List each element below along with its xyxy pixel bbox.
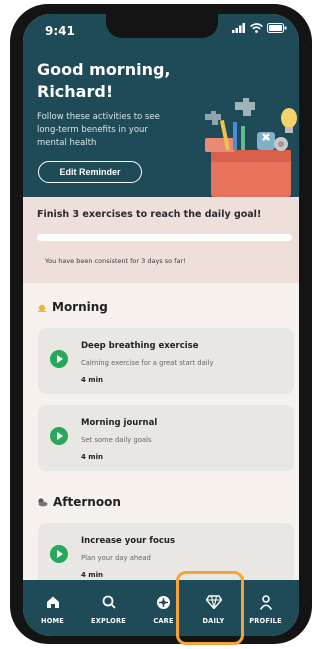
goal-note: You have been consistent for 3 days so f… [45,257,186,265]
tab-label: EXPLORE [91,617,126,625]
cloud-sun-icon [38,498,48,507]
activity-duration: 4 min [81,453,103,461]
wifi-icon [250,23,263,33]
activity-description: Plan your day ahead [81,554,151,562]
bottom-tab-bar: HOME EXPLORE CARE DAILY PROFILE [23,580,299,636]
activity-description: Set some daily goals [81,436,152,444]
activity-duration: 4 min [81,376,103,384]
activity-card[interactable]: Deep breathing exercise Calming exercise… [38,328,294,394]
battery-icon [267,23,287,33]
play-icon[interactable] [50,545,68,563]
greeting-title: Good morning, Richard! [37,60,171,101]
home-icon [46,596,59,608]
daily-goal-panel: Finish 3 exercises to reach the daily go… [23,197,299,283]
sun-icon [38,304,46,312]
section-afternoon-title: Afternoon [37,495,121,509]
section-morning-title: Morning [37,300,108,314]
activity-title: Increase your focus [81,536,175,546]
tab-label: HOME [41,617,64,625]
status-time: 9:41 [45,24,75,38]
phone-notch [106,14,218,38]
greeting-subtitle: Follow these activities to see long-term… [37,112,160,148]
goal-progress-bar [37,234,292,241]
section-label: Morning [52,300,108,314]
edit-reminder-button[interactable]: Edit Reminder [38,161,142,183]
tab-label: PROFILE [249,617,282,625]
activity-title: Deep breathing exercise [81,341,199,351]
tab-label: CARE [153,617,174,625]
play-icon[interactable] [50,350,68,368]
toolbox-illustration [205,98,297,197]
activity-title: Morning journal [81,418,158,428]
tab-profile[interactable]: PROFILE [238,580,293,636]
status-icons [232,23,287,33]
signal-icon [232,23,245,33]
daily-tab-highlight [176,571,244,645]
goal-title: Finish 3 exercises to reach the daily go… [37,209,262,220]
tab-explore[interactable]: EXPLORE [81,580,136,636]
person-icon [259,594,272,610]
activity-card[interactable]: Morning journal Set some daily goals 4 m… [38,405,294,471]
search-icon [102,595,116,609]
play-icon[interactable] [50,427,68,445]
activity-description: Calming exercise for a great start daily [81,359,214,367]
tab-home[interactable]: HOME [25,580,80,636]
app-screen: Good morning, Richard! Follow these acti… [23,14,299,636]
activity-duration: 4 min [81,571,103,579]
care-icon [157,595,170,609]
section-label: Afternoon [53,495,121,509]
